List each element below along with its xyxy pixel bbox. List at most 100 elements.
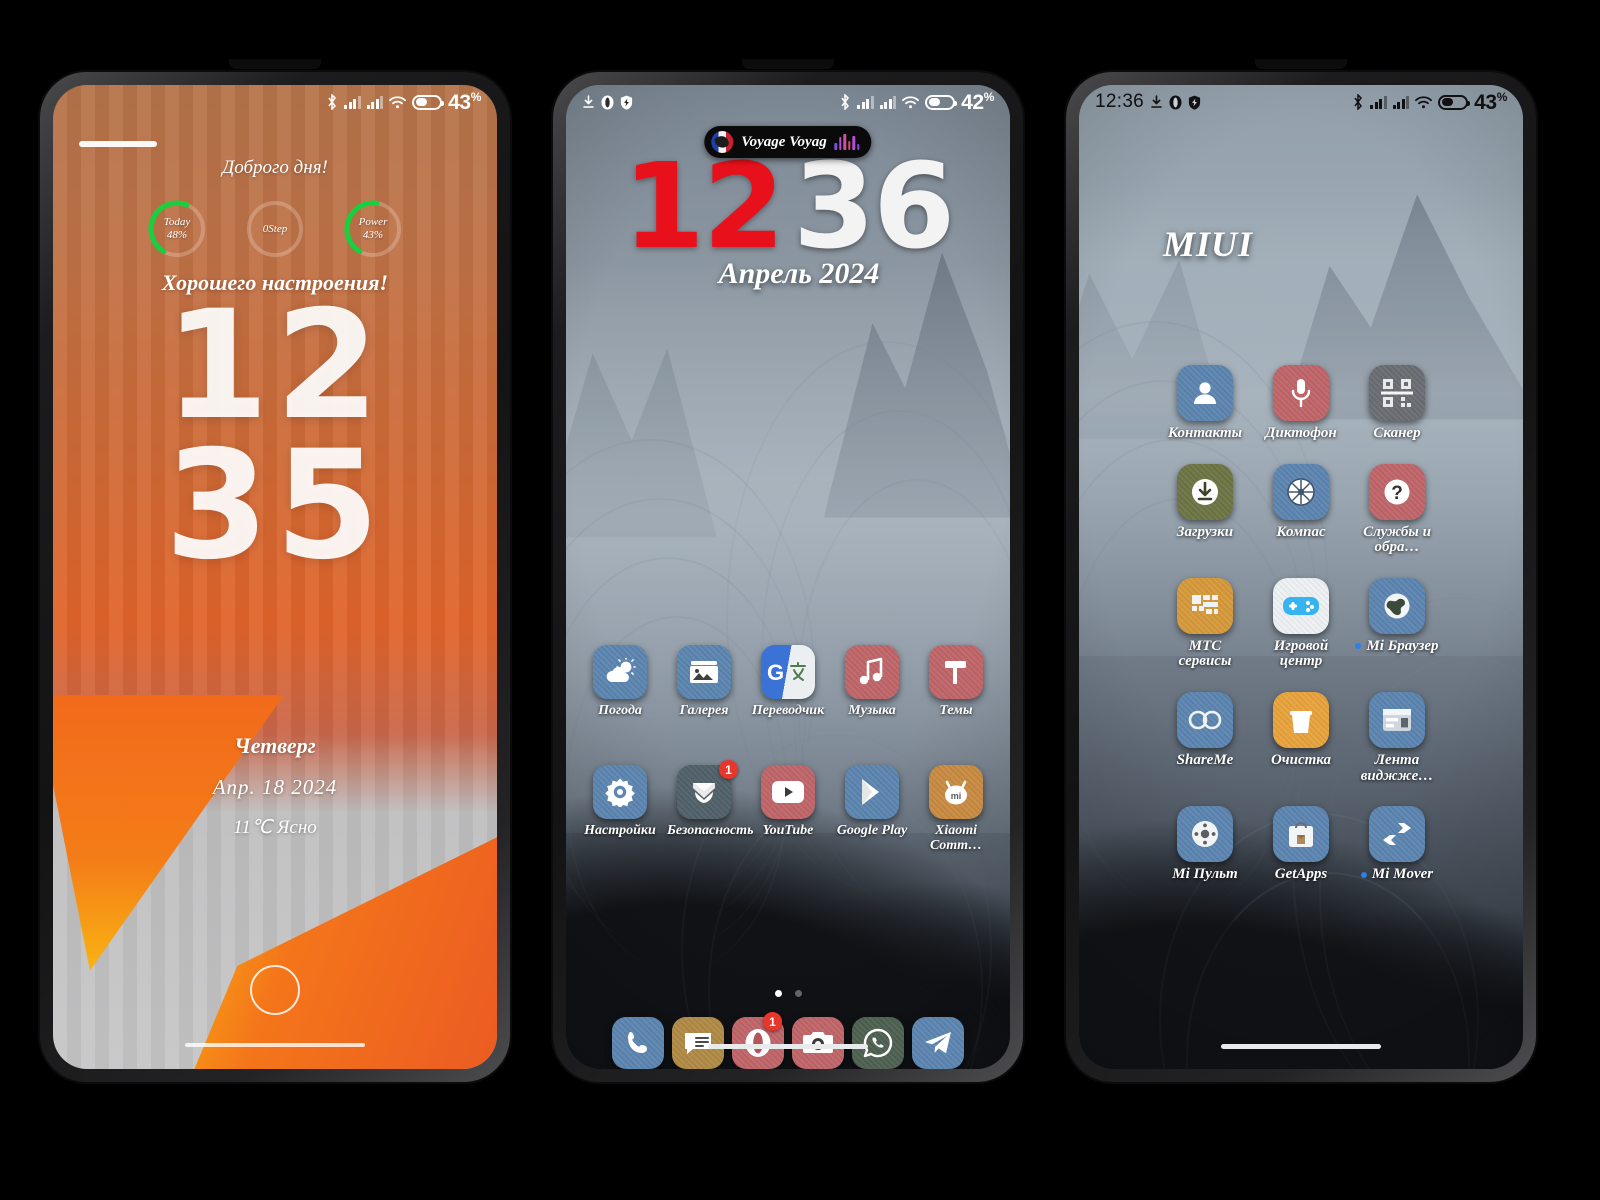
mi-browser-icon[interactable] [1369, 577, 1425, 634]
battery-percent: 43% [448, 89, 481, 114]
app-xiaomi-community[interactable]: mi Xiaomi Comm… [914, 765, 998, 853]
ring-today[interactable]: Today 48% [146, 198, 208, 260]
widget-feed-icon[interactable] [1369, 691, 1425, 748]
app-recorder[interactable]: Диктофон [1253, 365, 1349, 442]
phone-icon[interactable] [612, 1017, 664, 1069]
contacts-icon[interactable] [1177, 365, 1233, 421]
xiaomi-community-icon[interactable]: mi [929, 765, 983, 819]
page-dot-active[interactable] [774, 990, 782, 997]
app-contacts[interactable]: Контакты [1157, 365, 1253, 442]
app-compass[interactable]: Компас [1253, 463, 1349, 556]
dock-app-phone[interactable] [612, 1017, 664, 1069]
app-widget-feed[interactable]: Лента виджже… [1349, 691, 1445, 784]
battery-icon [1438, 94, 1471, 110]
phone-homescreen: 42% Voyage Voyag 12 36 Апрель 2024 Погод… [553, 59, 1023, 1082]
svg-text:?: ? [1391, 483, 1403, 504]
gallery-icon[interactable] [677, 645, 731, 699]
home-indicator[interactable] [1221, 1044, 1381, 1049]
app-services[interactable]: ? Службы и обра… [1349, 463, 1445, 556]
whatsapp-icon[interactable] [852, 1017, 904, 1069]
home-indicator[interactable] [185, 1043, 365, 1047]
app-mi-browser[interactable]: Mi Браузер [1349, 577, 1445, 670]
bluetooth-icon [1352, 93, 1364, 111]
statusbar-right: 43% [326, 90, 481, 115]
dock-app-opera[interactable]: 1 [732, 1012, 784, 1069]
app-label: Настройки [584, 823, 656, 838]
youtube-icon[interactable] [761, 765, 815, 819]
qr-scanner-icon[interactable] [1369, 365, 1425, 421]
cleaner-icon[interactable] [1273, 691, 1329, 748]
clock-minutes: 36 [793, 137, 955, 275]
app-music[interactable]: Музыка [830, 645, 914, 719]
app-settings[interactable]: Настройки [578, 765, 662, 853]
dock-app-telegram[interactable] [912, 1017, 964, 1069]
fingerprint-icon[interactable] [250, 965, 300, 1015]
app-themes[interactable]: Темы [914, 645, 998, 719]
equalizer-icon [834, 134, 860, 150]
getapps-icon[interactable] [1273, 806, 1329, 863]
mi-mover-icon[interactable] [1369, 806, 1425, 863]
app-label: Погода [598, 703, 642, 718]
shareme-icon[interactable] [1177, 691, 1233, 748]
download-icon [1150, 95, 1163, 109]
app-mts[interactable]: МТС сервисы [1157, 577, 1253, 670]
page-dot[interactable] [794, 990, 802, 997]
app-scanner[interactable]: Сканер [1349, 365, 1445, 442]
lockscreen-screen[interactable]: 43% Доброго дня! Today 48% 0Step Power 4… [53, 85, 497, 1069]
homescreen-screen[interactable]: 42% Voyage Voyag 12 36 Апрель 2024 Погод… [566, 85, 1010, 1069]
recorder-icon[interactable] [1273, 365, 1329, 421]
unread-dot [1360, 871, 1367, 878]
mts-icon[interactable] [1177, 577, 1233, 634]
themes-icon[interactable] [929, 645, 983, 699]
music-icon[interactable] [845, 645, 899, 699]
game-center-icon[interactable] [1273, 577, 1329, 634]
battery-icon [925, 94, 958, 110]
home-indicator[interactable] [708, 1044, 868, 1049]
mi-remote-icon[interactable] [1177, 806, 1233, 863]
app-label: Диктофон [1265, 425, 1337, 441]
app-mi-mover[interactable]: Mi Mover [1349, 806, 1445, 883]
notification-handle[interactable] [79, 141, 157, 147]
app-game-center[interactable]: Игровой центр [1253, 577, 1349, 670]
weather-icon[interactable] [593, 645, 647, 699]
compass-icon[interactable] [1273, 463, 1329, 520]
app-label: GetApps [1274, 866, 1328, 883]
translate-icon[interactable]: G [761, 645, 815, 699]
app-security[interactable]: 1 Безопасность [662, 760, 753, 853]
app-translate[interactable]: G Переводчик [746, 645, 830, 719]
now-playing-pill[interactable]: Voyage Voyag [704, 126, 872, 158]
settings-gear-icon[interactable] [593, 765, 647, 819]
page-indicator[interactable] [566, 990, 1010, 997]
dock-app-messages[interactable] [672, 1017, 724, 1069]
app-shareme[interactable]: ShareMe [1157, 691, 1253, 784]
dock: 1 [566, 1012, 1010, 1069]
telegram-icon[interactable] [912, 1017, 964, 1069]
app-getapps[interactable]: GetApps [1253, 806, 1349, 883]
app-gallery[interactable]: Галерея [662, 645, 746, 719]
app-mi-remote[interactable]: Mi Пульт [1157, 806, 1253, 883]
ring-steps[interactable]: 0Step [244, 198, 306, 260]
dock-app-camera[interactable] [792, 1017, 844, 1069]
app-cleaner[interactable]: Очистка [1253, 691, 1349, 784]
app-label: Mi Mover [1360, 866, 1433, 883]
download-icon [582, 95, 595, 109]
services-icon[interactable]: ? [1369, 463, 1425, 520]
notification-badge: 1 [719, 760, 738, 779]
app-downloads[interactable]: Загрузки [1157, 463, 1253, 556]
messages-icon[interactable] [672, 1017, 724, 1069]
ring-power[interactable]: Power 43% [342, 198, 404, 260]
dock-app-whatsapp[interactable] [852, 1017, 904, 1069]
app-label: Компас [1276, 523, 1326, 540]
signal-bars-icon [366, 95, 384, 109]
google-play-icon[interactable] [845, 765, 899, 819]
app-google-play[interactable]: Google Play [830, 765, 914, 853]
stat-rings: Today 48% 0Step Power 43% [53, 198, 497, 260]
app-weather[interactable]: Погода [578, 645, 662, 719]
statusbar: 42% [566, 85, 1010, 119]
camera-icon[interactable] [792, 1017, 844, 1069]
app-youtube[interactable]: YouTube [746, 765, 830, 853]
signal-bars-icon [1370, 95, 1387, 109]
downloads-icon[interactable] [1177, 463, 1233, 520]
statusbar-clock: 12:36 [1095, 91, 1145, 112]
app-drawer-screen[interactable]: 12:36 43% MIUI Контакты Диктофон Сканер … [1079, 85, 1523, 1069]
